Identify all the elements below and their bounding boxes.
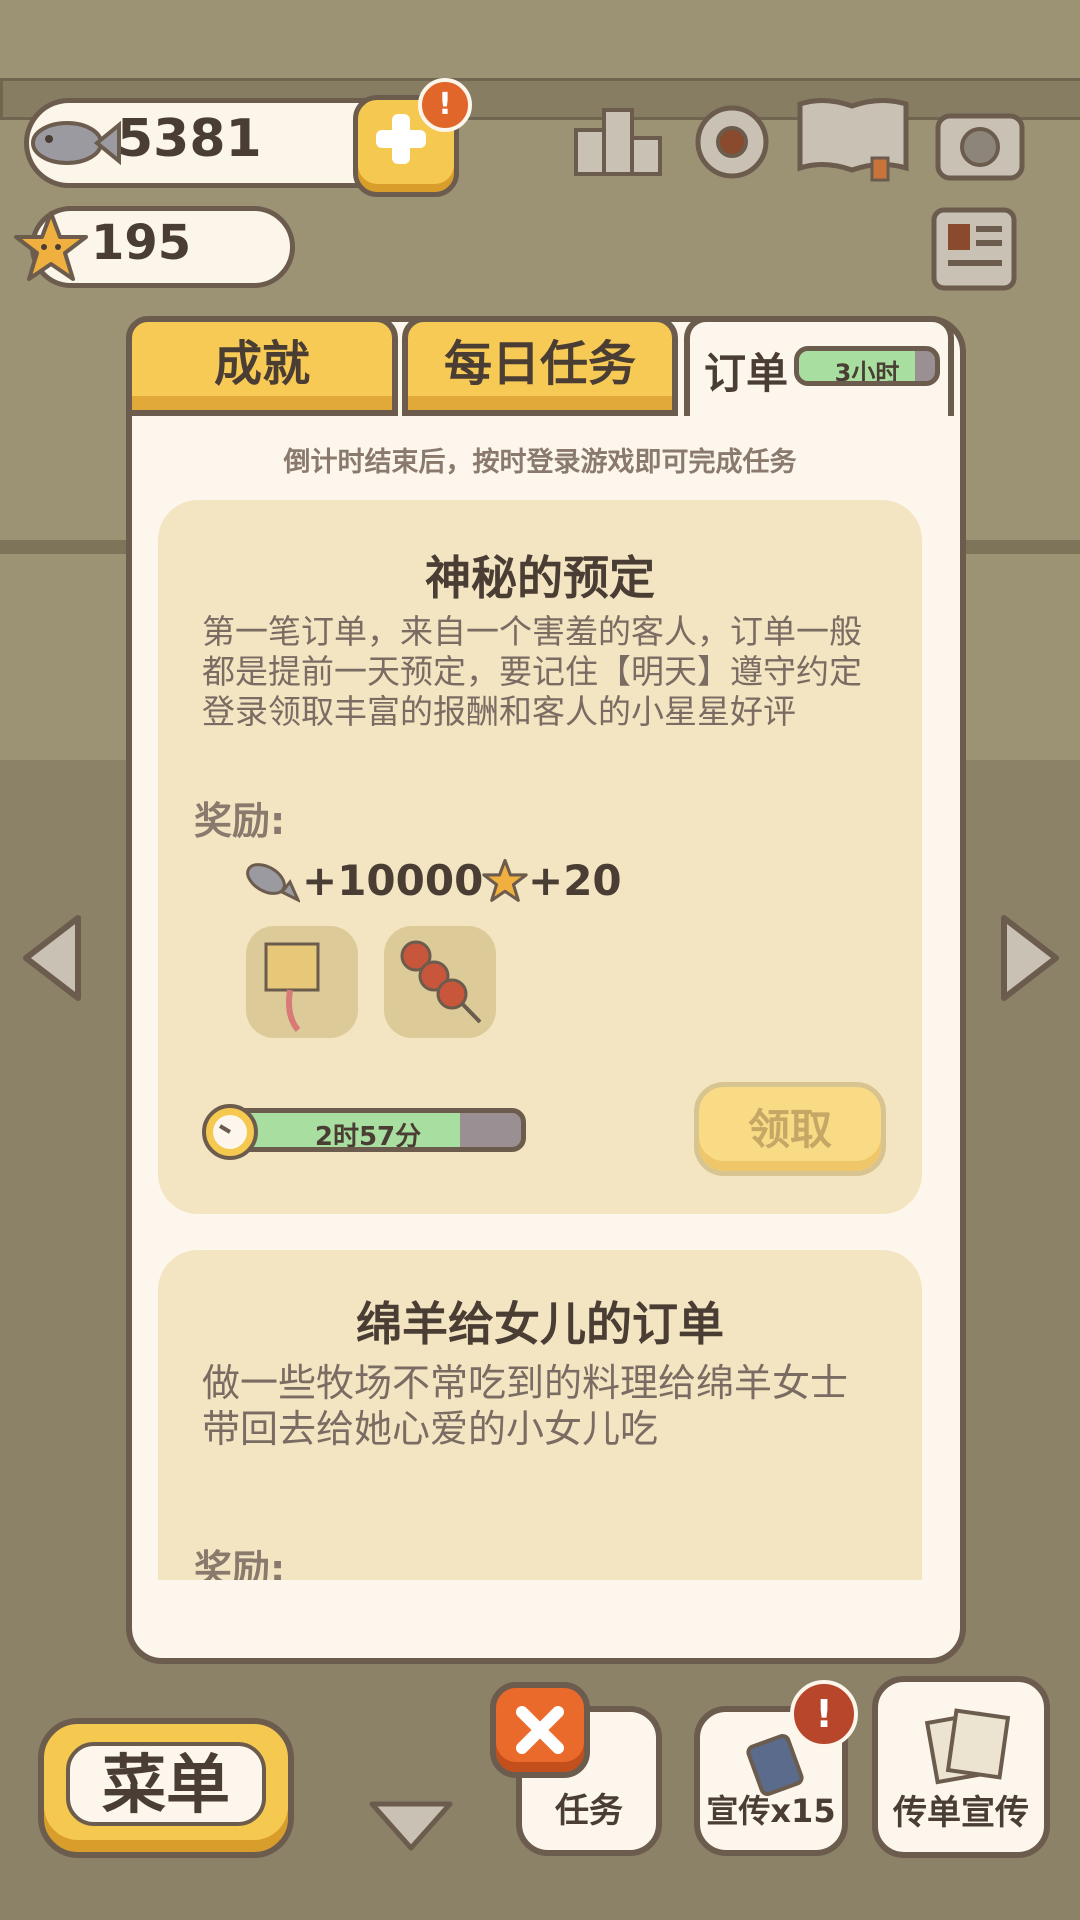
order-title: 绵羊给女儿的订单 [356, 1297, 724, 1351]
tab-daily-tasks[interactable]: 每日任务 [402, 316, 678, 416]
flyer-icon [924, 1708, 1011, 1785]
next-arrow-icon[interactable] [994, 910, 1064, 1006]
star-icon [482, 858, 528, 902]
tab-orders-label: 订单 [704, 349, 789, 398]
orders-refresh-timer: 3小时 [794, 346, 940, 386]
star-icon [14, 211, 88, 281]
reward-label: 奖励: [194, 1547, 286, 1580]
reward-label: 奖励: [194, 799, 286, 843]
orders-timer-text: 3小时 [834, 359, 900, 386]
shelf-right [950, 540, 1080, 554]
meatball-skewer-icon [400, 940, 482, 1024]
claim-reward-button[interactable]: 领取 [694, 1082, 886, 1176]
flyer-label: 传单宣传 [893, 1793, 1029, 1833]
close-panel-button[interactable] [490, 1682, 590, 1778]
order-title: 神秘的预定 [425, 551, 655, 605]
fish-icon [246, 863, 300, 903]
previous-arrow-icon[interactable] [18, 910, 88, 1006]
reward-star-amount: +20 [528, 856, 622, 905]
promo-label: 宣传x15 [706, 1792, 836, 1830]
newspaper-icon[interactable] [926, 204, 1022, 294]
flyer-button[interactable]: 传单宣传 [872, 1676, 1050, 1858]
fish-icon [31, 120, 121, 166]
tasks-label: 任务 [555, 1791, 623, 1831]
reward-fish-amount: +10000 [302, 856, 484, 905]
stopwatch-icon [202, 1104, 258, 1160]
order-card: 绵羊给女儿的订单 做一些牧场不常吃到的料理给绵羊女士带回去给她心爱的小女儿吃 奖… [158, 1250, 922, 1580]
book-icon[interactable] [794, 92, 912, 182]
alert-badge-icon: ! [418, 78, 472, 132]
tab-orders[interactable]: 订单 3小时 [684, 316, 954, 416]
chevron-down-icon[interactable] [366, 1796, 456, 1856]
fish-amount: 5381 [117, 109, 262, 169]
camera-icon[interactable] [932, 98, 1028, 188]
shelf-left [0, 540, 130, 554]
alert-badge-icon: ! [790, 1680, 858, 1748]
settings-icon[interactable] [684, 96, 780, 186]
orders-hint: 倒计时结束后，按时登录游戏即可完成任务 [283, 447, 797, 478]
tab-achievements[interactable]: 成就 [126, 316, 398, 416]
order-description: 做一些牧场不常吃到的料理给绵羊女士带回去给她心爱的小女儿吃 [202, 1361, 849, 1451]
ranking-icon[interactable] [570, 96, 666, 186]
star-currency-bar: 195 [14, 206, 295, 288]
close-icon [516, 1706, 564, 1754]
reward-item-slot[interactable] [246, 926, 358, 1038]
order-description: 第一笔订单，来自一个害羞的客人，订单一般都是提前一天预定，要记住【明天】遵守约定… [202, 612, 862, 731]
menu-label: 菜单 [66, 1742, 266, 1826]
order-card: 神秘的预定 第一笔订单，来自一个害羞的客人，订单一般都是提前一天预定，要记住【明… [158, 500, 922, 1214]
reward-item-slot[interactable] [384, 926, 496, 1038]
menu-button[interactable]: 菜单 [38, 1718, 294, 1858]
bag-on-stick-icon [264, 942, 320, 1032]
star-amount: 195 [91, 215, 192, 271]
